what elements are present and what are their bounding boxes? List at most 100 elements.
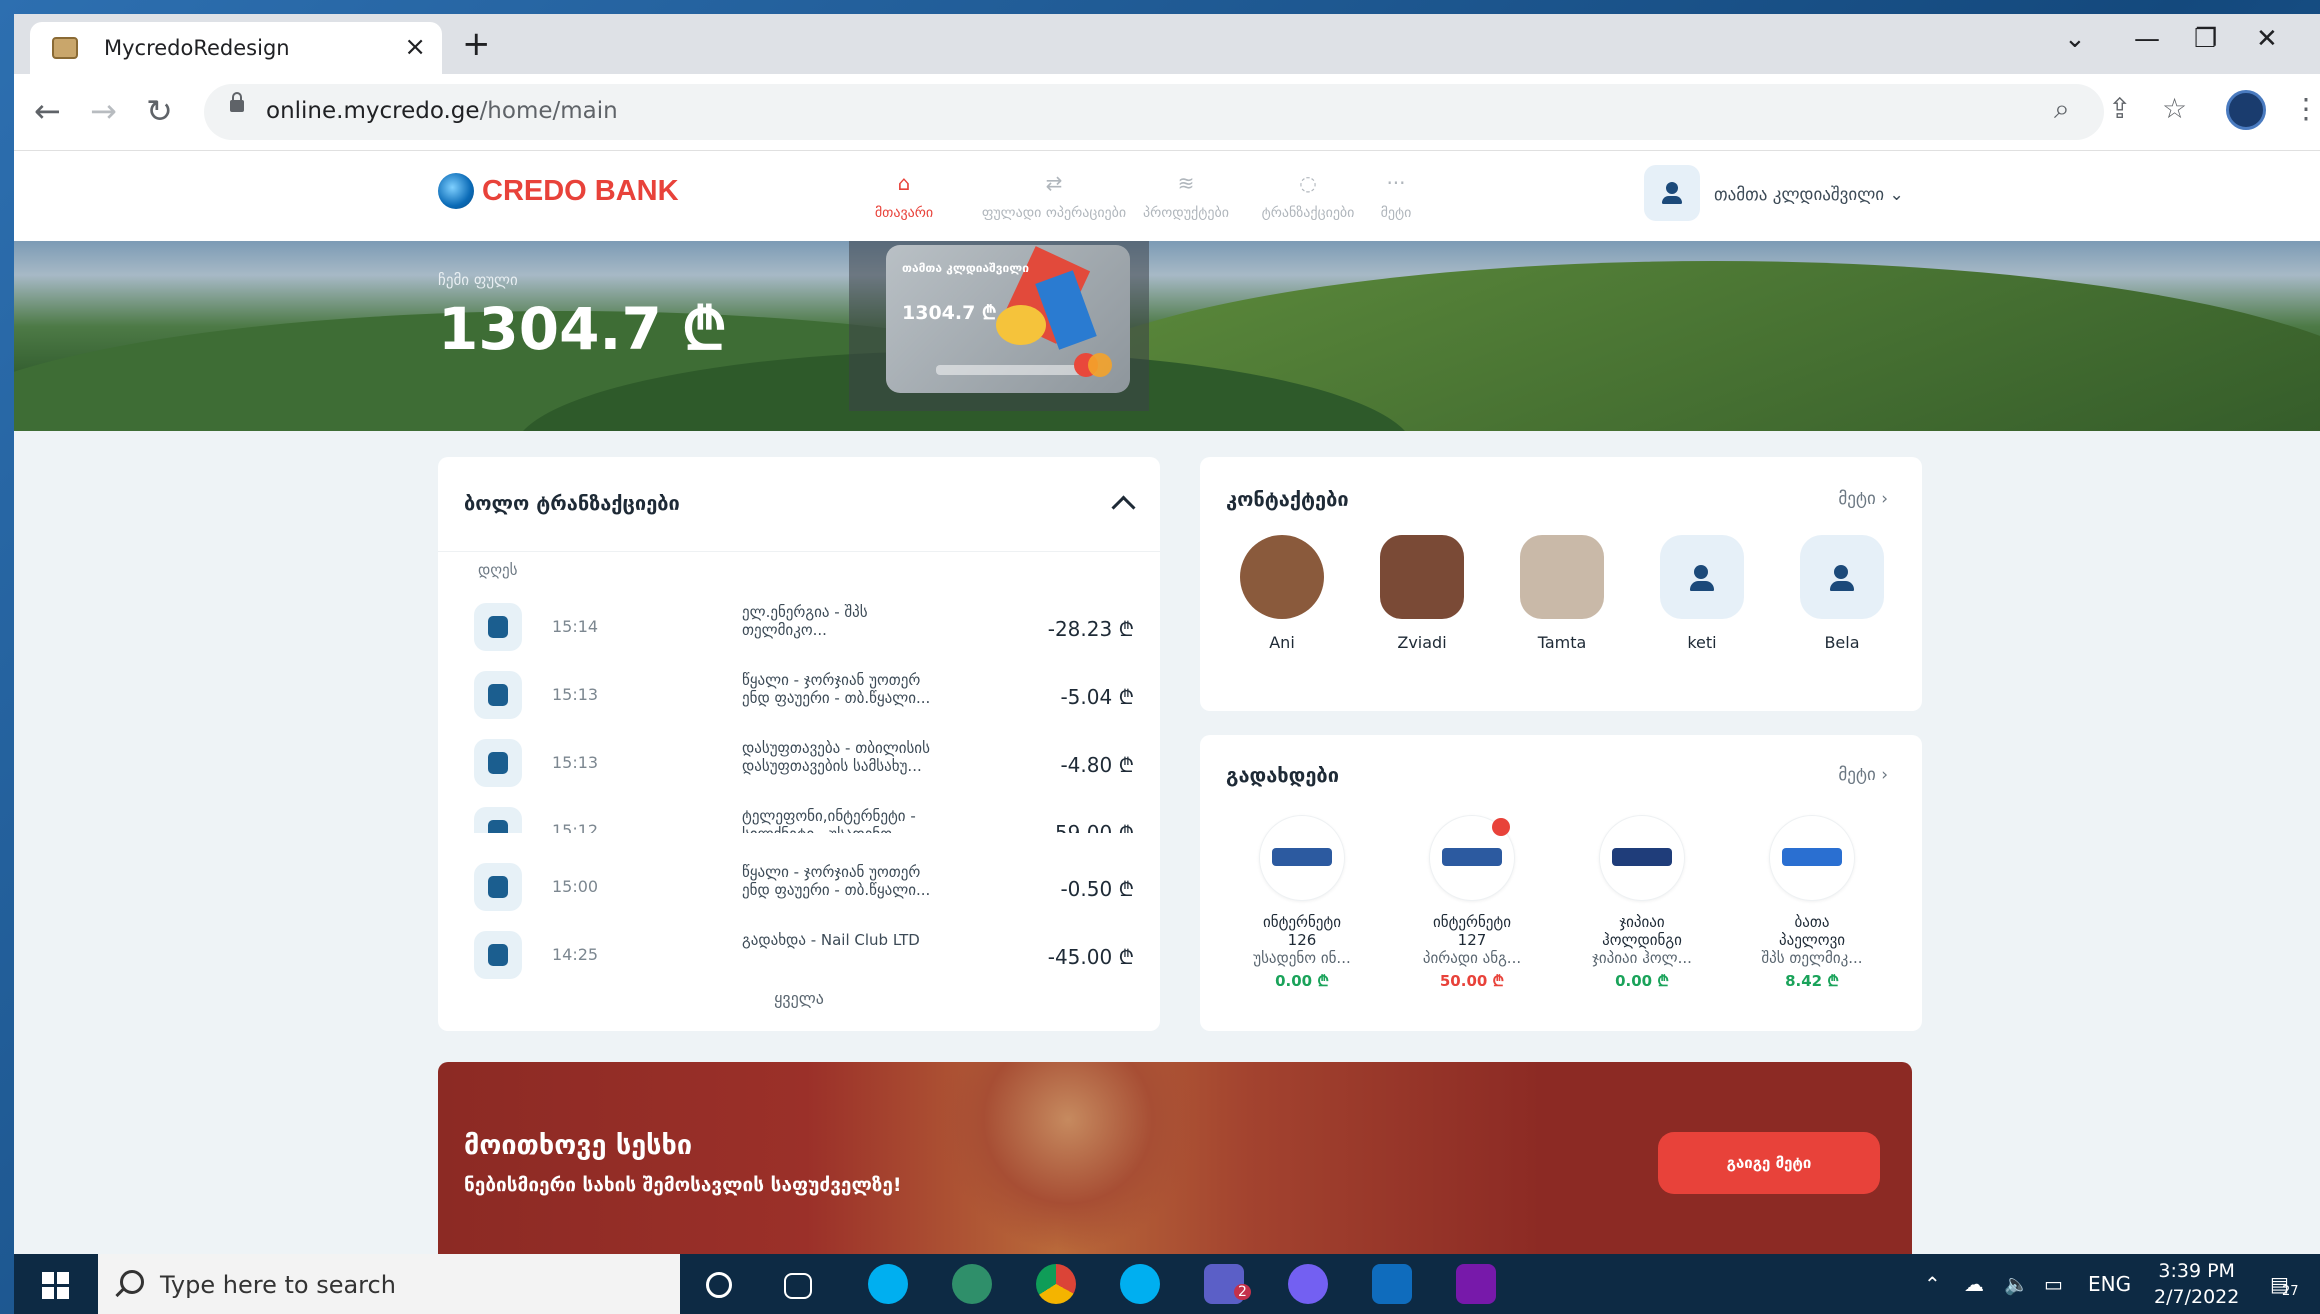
restore-button[interactable]: ❐ — [2194, 24, 2217, 54]
transaction-row[interactable]: 15:13 წყალი - ჯორჯიან უოთერ ენდ ფაუერი -… — [438, 663, 1160, 731]
bank-card[interactable]: თამთა კლდიაშვილი 1304.7 ₾ — [886, 245, 1130, 393]
credo-site: CREDO BANK ⌂ მთავარი ⇄ ფულადი ოპერაციები… — [14, 151, 2320, 1254]
contact-item[interactable]: Bela — [1782, 535, 1902, 652]
transaction-desc: წყალი - ჯორჯიან უოთერ ენდ ფაუერი - თბ.წყ… — [742, 671, 931, 707]
payment-name: 126 — [1287, 931, 1317, 949]
transactions-list: 15:14 ელ.ენერგია - შპს თელმიკო... -28.23… — [438, 583, 1160, 833]
user-avatar[interactable] — [1644, 165, 1700, 221]
search-placeholder: Type here to search — [160, 1271, 396, 1299]
receipt-icon — [474, 931, 522, 979]
transaction-amount: -0.50 ₾ — [1060, 877, 1134, 901]
payments-panel: გადახდები მეტი › ინტერნეტი 126 უსადენო ი… — [1200, 735, 1922, 1031]
menu-kebab-icon[interactable]: ⋮ — [2292, 92, 2320, 125]
task-view-icon[interactable] — [784, 1273, 812, 1299]
payment-item[interactable]: ბათა პაელოვი შპს თელმიკ... 8.42 ₾ — [1742, 815, 1882, 991]
cortana-icon[interactable] — [706, 1272, 732, 1298]
tab-strip: MycredoRedesign × + ⌄ — ❐ ✕ — [14, 14, 2320, 74]
chrome-icon[interactable] — [1036, 1264, 1076, 1304]
browser-tab[interactable]: MycredoRedesign × — [30, 22, 442, 74]
contact-name: Bela — [1824, 633, 1860, 652]
user-name: თამთა კლდიაშვილი — [1714, 185, 1885, 205]
transfer-icon: ⇄ — [1045, 171, 1063, 195]
silknet-logo-icon — [1429, 815, 1515, 901]
contact-item[interactable]: keti — [1642, 535, 1762, 652]
nav-more[interactable]: ··· მეტი — [1346, 171, 1446, 221]
share-icon[interactable]: ⇪ — [2108, 92, 2131, 125]
nav-label: პროდუქტები — [1143, 205, 1229, 221]
transaction-row[interactable]: 15:00 წყალი - ჯორჯიან უოთერ ენდ ფაუერი -… — [438, 855, 1160, 923]
minimize-button[interactable]: — — [2134, 24, 2160, 54]
transaction-time: 15:00 — [552, 877, 599, 896]
contact-item[interactable]: Ani — [1222, 535, 1342, 652]
chevron-up-icon[interactable]: ⌃ — [1924, 1272, 1941, 1296]
transaction-amount: -45.00 ₾ — [1047, 945, 1134, 969]
learn-more-button[interactable]: გაიგე მეტი — [1658, 1132, 1880, 1194]
onenote-icon[interactable] — [1456, 1264, 1496, 1304]
receipt-icon — [474, 603, 522, 651]
reload-icon[interactable]: ↻ — [146, 92, 173, 130]
volume-icon[interactable]: 🔈 — [2004, 1272, 2029, 1296]
lock-icon — [230, 92, 244, 112]
zoom-icon[interactable]: ⌕ — [2054, 92, 2070, 126]
logo-mark — [1442, 848, 1502, 866]
viber-icon[interactable] — [1288, 1264, 1328, 1304]
payment-item[interactable]: ინტერნეტი 126 უსადენო ინ... 0.00 ₾ — [1232, 815, 1372, 991]
profile-avatar[interactable] — [2226, 90, 2266, 130]
user-menu[interactable]: თამთა კლდიაშვილი ⌄ — [1714, 185, 1904, 205]
language-indicator[interactable]: ENG — [2088, 1272, 2131, 1296]
transaction-row[interactable]: 15:12 ტელეფონი,ინტერნეტი - სილქნეტი - უს… — [438, 799, 1160, 833]
back-icon[interactable]: ← — [34, 92, 61, 130]
url-text[interactable]: online.mycredo.ge/home/main — [266, 98, 618, 124]
payment-name: ინტერნეტი — [1262, 913, 1341, 931]
skype-business-icon[interactable] — [1120, 1264, 1160, 1304]
close-window-button[interactable]: ✕ — [2256, 24, 2278, 54]
outlook-icon[interactable] — [1372, 1264, 1412, 1304]
promo-illustration — [938, 1062, 1198, 1254]
windows-taskbar: Type here to search 2 ⌃ ☁ 🔈 ▭ ENG 3:39 P… — [14, 1254, 2320, 1314]
onedrive-icon[interactable]: ☁ — [1964, 1272, 1984, 1296]
contact-item[interactable]: Tamta — [1502, 535, 1622, 652]
divider — [438, 551, 1160, 552]
payment-item[interactable]: ჯიპიაი ჰოლდინგი ჯიპიაი ჰოლ... 0.00 ₾ — [1572, 815, 1712, 991]
edge-icon[interactable] — [952, 1264, 992, 1304]
contact-name: Ani — [1269, 633, 1295, 652]
site-header: CREDO BANK ⌂ მთავარი ⇄ ფულადი ოპერაციები… — [14, 151, 2320, 241]
new-tab-button[interactable]: + — [462, 24, 491, 64]
transaction-amount: -5.04 ₾ — [1060, 685, 1134, 709]
search-icon — [120, 1270, 144, 1294]
tab-search-icon[interactable]: ⌄ — [2064, 24, 2086, 54]
nav-products[interactable]: ≋ პროდუქტები — [1126, 171, 1246, 221]
transaction-row[interactable]: 14:25 გადახდა - Nail Club LTD -45.00 ₾ — [438, 923, 1160, 987]
bookmark-star-icon[interactable]: ☆ — [2162, 92, 2187, 125]
taskbar-search[interactable]: Type here to search — [98, 1254, 680, 1314]
address-bar[interactable]: online.mycredo.ge/home/main — [204, 84, 2104, 140]
collapse-chevron-icon[interactable] — [1111, 495, 1136, 520]
tab-close-icon[interactable]: × — [404, 32, 426, 62]
skype-icon[interactable] — [868, 1264, 908, 1304]
payments-more-link[interactable]: მეტი › — [1838, 765, 1888, 785]
nav-money-operations[interactable]: ⇄ ფულადი ოპერაციები — [979, 171, 1129, 221]
windows-start-icon[interactable] — [42, 1272, 70, 1300]
logo-mark — [1612, 848, 1672, 866]
contacts-more-link[interactable]: მეტი › — [1838, 489, 1888, 509]
more-icon: ··· — [1386, 171, 1406, 195]
transaction-row[interactable]: 15:13 დასუფთავება - თბილისის დასუფთავები… — [438, 731, 1160, 799]
loan-promo-banner: მოითხოვე სესხი ნებისმიერი სახის შემოსავლ… — [438, 1062, 1912, 1254]
forward-icon[interactable]: → — [90, 92, 117, 130]
banner-title: მოითხოვე სესხი — [464, 1130, 693, 1161]
clock-time: 3:39 PM — [2158, 1260, 2235, 1282]
all-transactions-link[interactable]: ყველა — [438, 989, 1160, 1008]
card-balance: 1304.7 ₾ — [902, 302, 997, 324]
default-avatar-icon — [1660, 535, 1744, 619]
taskbar-clock[interactable]: 3:39 PM 2/7/2022 — [2154, 1258, 2239, 1310]
nav-home[interactable]: ⌂ მთავარი — [844, 171, 964, 221]
battery-icon[interactable]: ▭ — [2044, 1272, 2063, 1296]
transaction-desc: დასუფთავება - თბილისის დასუფთავების სამს… — [742, 739, 930, 775]
transaction-row[interactable]: 15:14 ელ.ენერგია - შპს თელმიკო... -28.23… — [438, 595, 1160, 663]
contact-item[interactable]: Zviadi — [1362, 535, 1482, 652]
balance-value: 1304.7 ₾ — [438, 295, 727, 363]
receipt-icon — [474, 671, 522, 719]
transaction-time: 15:14 — [552, 617, 599, 636]
transactions-panel: ბოლო ტრანზაქციები დღეს 15:14 ელ.ენერგია … — [438, 457, 1160, 1031]
payment-item[interactable]: ინტერნეტი 127 პირადი ანგ... 50.00 ₾ — [1402, 815, 1542, 991]
